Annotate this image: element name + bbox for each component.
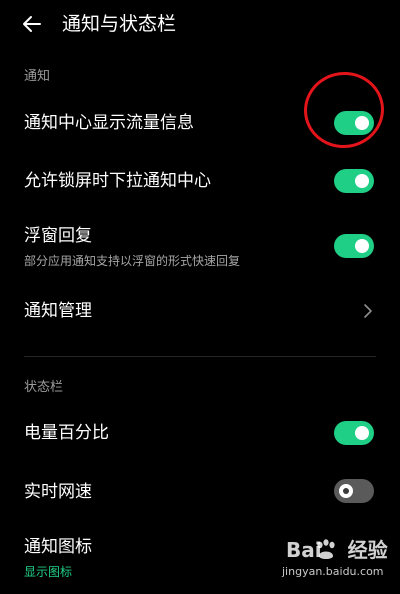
lockscreen-pulldown-toggle[interactable] xyxy=(334,169,374,193)
toggle-knob xyxy=(339,484,353,498)
annotation-circle xyxy=(299,66,389,154)
section-divider xyxy=(24,356,376,357)
watermark-url: jingyan.baidu.com xyxy=(282,565,384,578)
baidu-jingyan-watermark: Bai 经验 jingyan.baidu.com xyxy=(282,536,396,592)
setting-title: 通知中心显示流量信息 xyxy=(24,113,194,133)
paw-icon xyxy=(317,539,335,559)
battery-percentage-toggle[interactable] xyxy=(334,421,374,445)
setting-title: 电量百分比 xyxy=(24,423,109,443)
setting-title: 通知管理 xyxy=(24,301,92,321)
back-arrow-icon[interactable] xyxy=(20,12,44,36)
chevron-right-icon xyxy=(364,304,372,318)
toggle-knob xyxy=(355,174,369,188)
toggle-knob xyxy=(355,426,369,440)
setting-title: 通知图标 xyxy=(24,537,92,557)
setting-title: 实时网速 xyxy=(24,482,92,502)
setting-title: 浮窗回复 xyxy=(24,226,92,246)
setting-title: 允许锁屏时下拉通知中心 xyxy=(24,171,211,191)
setting-subtitle: 部分应用通知支持以浮窗的形式快速回复 xyxy=(24,254,241,268)
section-label-notifications: 通知 xyxy=(24,69,51,84)
realtime-speed-toggle[interactable] xyxy=(334,479,374,503)
section-label-status-bar: 状态栏 xyxy=(24,380,64,395)
top-app-bar: 通知与状态栏 xyxy=(0,0,400,48)
setting-value: 显示图标 xyxy=(24,565,73,579)
page-title: 通知与状态栏 xyxy=(62,13,177,35)
toggle-knob xyxy=(355,239,369,253)
floating-reply-toggle[interactable] xyxy=(334,234,374,258)
